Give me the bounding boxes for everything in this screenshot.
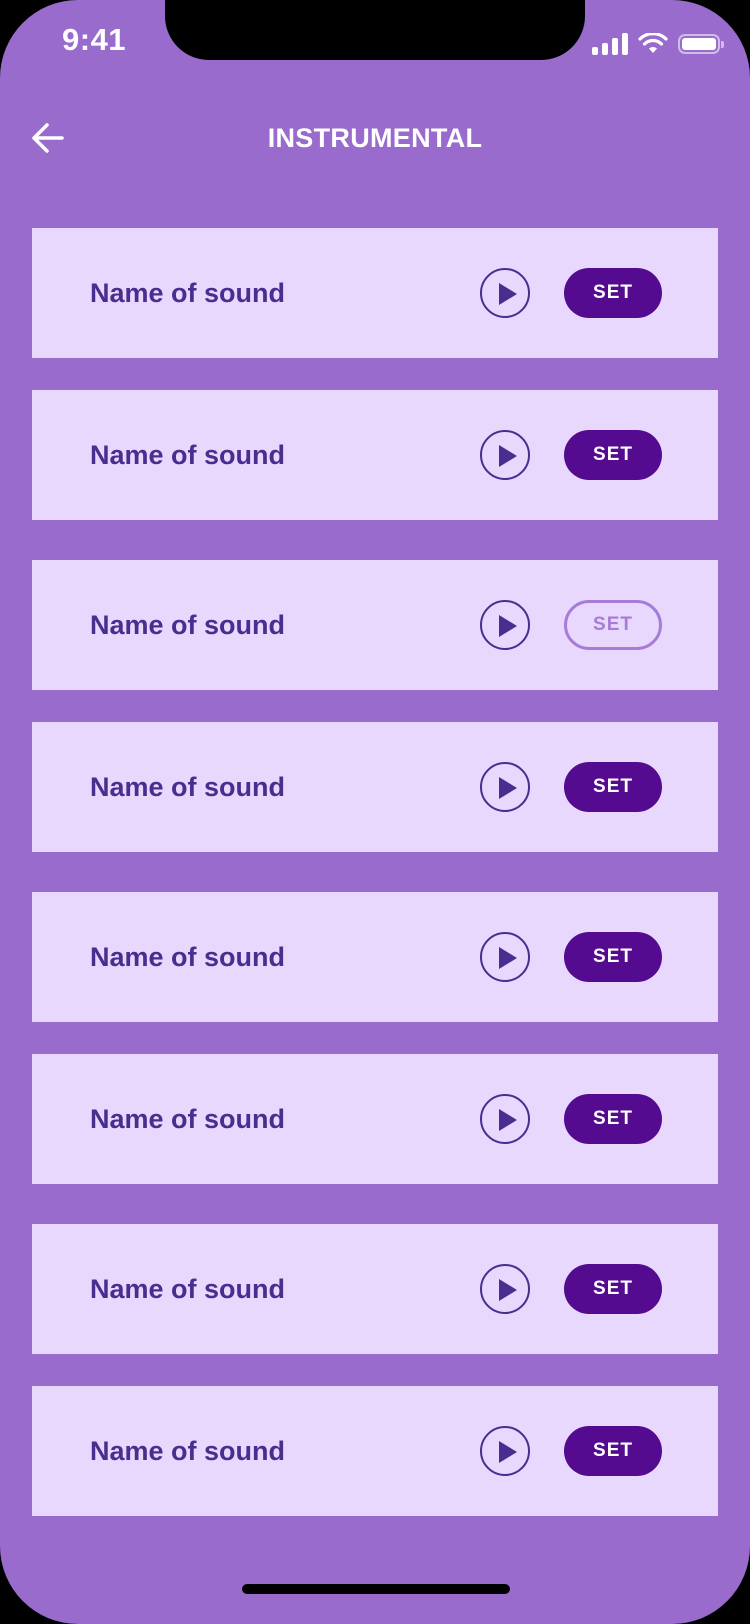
play-button[interactable]	[480, 1264, 530, 1314]
play-icon	[499, 1279, 517, 1301]
device-notch	[165, 0, 585, 60]
sound-name: Name of sound	[90, 278, 286, 308]
play-button[interactable]	[480, 1426, 530, 1476]
sound-row: Name of sound SET	[32, 1224, 718, 1354]
sound-name: Name of sound	[90, 942, 286, 972]
play-icon	[499, 615, 517, 637]
page-title: INSTRUMENTAL	[267, 123, 483, 153]
play-button[interactable]	[480, 1094, 530, 1144]
sound-name: Name of sound	[90, 772, 286, 802]
set-button[interactable]: SET	[564, 268, 662, 318]
sound-name: Name of sound	[90, 1436, 286, 1466]
sound-row: Name of sound SET	[32, 228, 718, 358]
play-button[interactable]	[480, 762, 530, 812]
set-button[interactable]: SET	[564, 430, 662, 480]
set-button[interactable]: SET	[564, 1426, 662, 1476]
play-icon	[499, 445, 517, 467]
play-button[interactable]	[480, 430, 530, 480]
status-icons	[592, 30, 724, 58]
sound-row: Name of sound SET	[32, 1386, 718, 1516]
set-button[interactable]: SET	[564, 1094, 662, 1144]
play-icon	[499, 947, 517, 969]
wifi-icon	[638, 33, 668, 53]
sound-name: Name of sound	[90, 1104, 286, 1134]
sound-row: Name of sound SET	[32, 722, 718, 852]
sound-row: Name of sound SET	[32, 390, 718, 520]
sound-row: Name of sound SET	[32, 1054, 718, 1184]
sound-name: Name of sound	[90, 1274, 286, 1304]
set-button[interactable]: SET	[564, 932, 662, 982]
play-button[interactable]	[480, 268, 530, 318]
play-icon	[499, 283, 517, 305]
sound-name: Name of sound	[90, 610, 286, 640]
sound-row: Name of sound SET	[32, 560, 718, 690]
status-time: 9:41	[62, 22, 127, 57]
play-icon	[499, 1109, 517, 1131]
play-button[interactable]	[480, 932, 530, 982]
play-icon	[499, 777, 517, 799]
signal-icon	[592, 33, 628, 55]
set-button[interactable]: SET	[564, 762, 662, 812]
home-indicator[interactable]	[242, 1584, 510, 1594]
set-button[interactable]: SET	[564, 600, 662, 650]
play-button[interactable]	[480, 600, 530, 650]
app-screen: 9:41 INSTRUMENTAL Name of sound SET Name…	[0, 0, 750, 1624]
sound-name: Name of sound	[90, 440, 286, 470]
play-icon	[499, 1441, 517, 1463]
set-button[interactable]: SET	[564, 1264, 662, 1314]
sound-row: Name of sound SET	[32, 892, 718, 1022]
battery-icon	[678, 34, 724, 54]
